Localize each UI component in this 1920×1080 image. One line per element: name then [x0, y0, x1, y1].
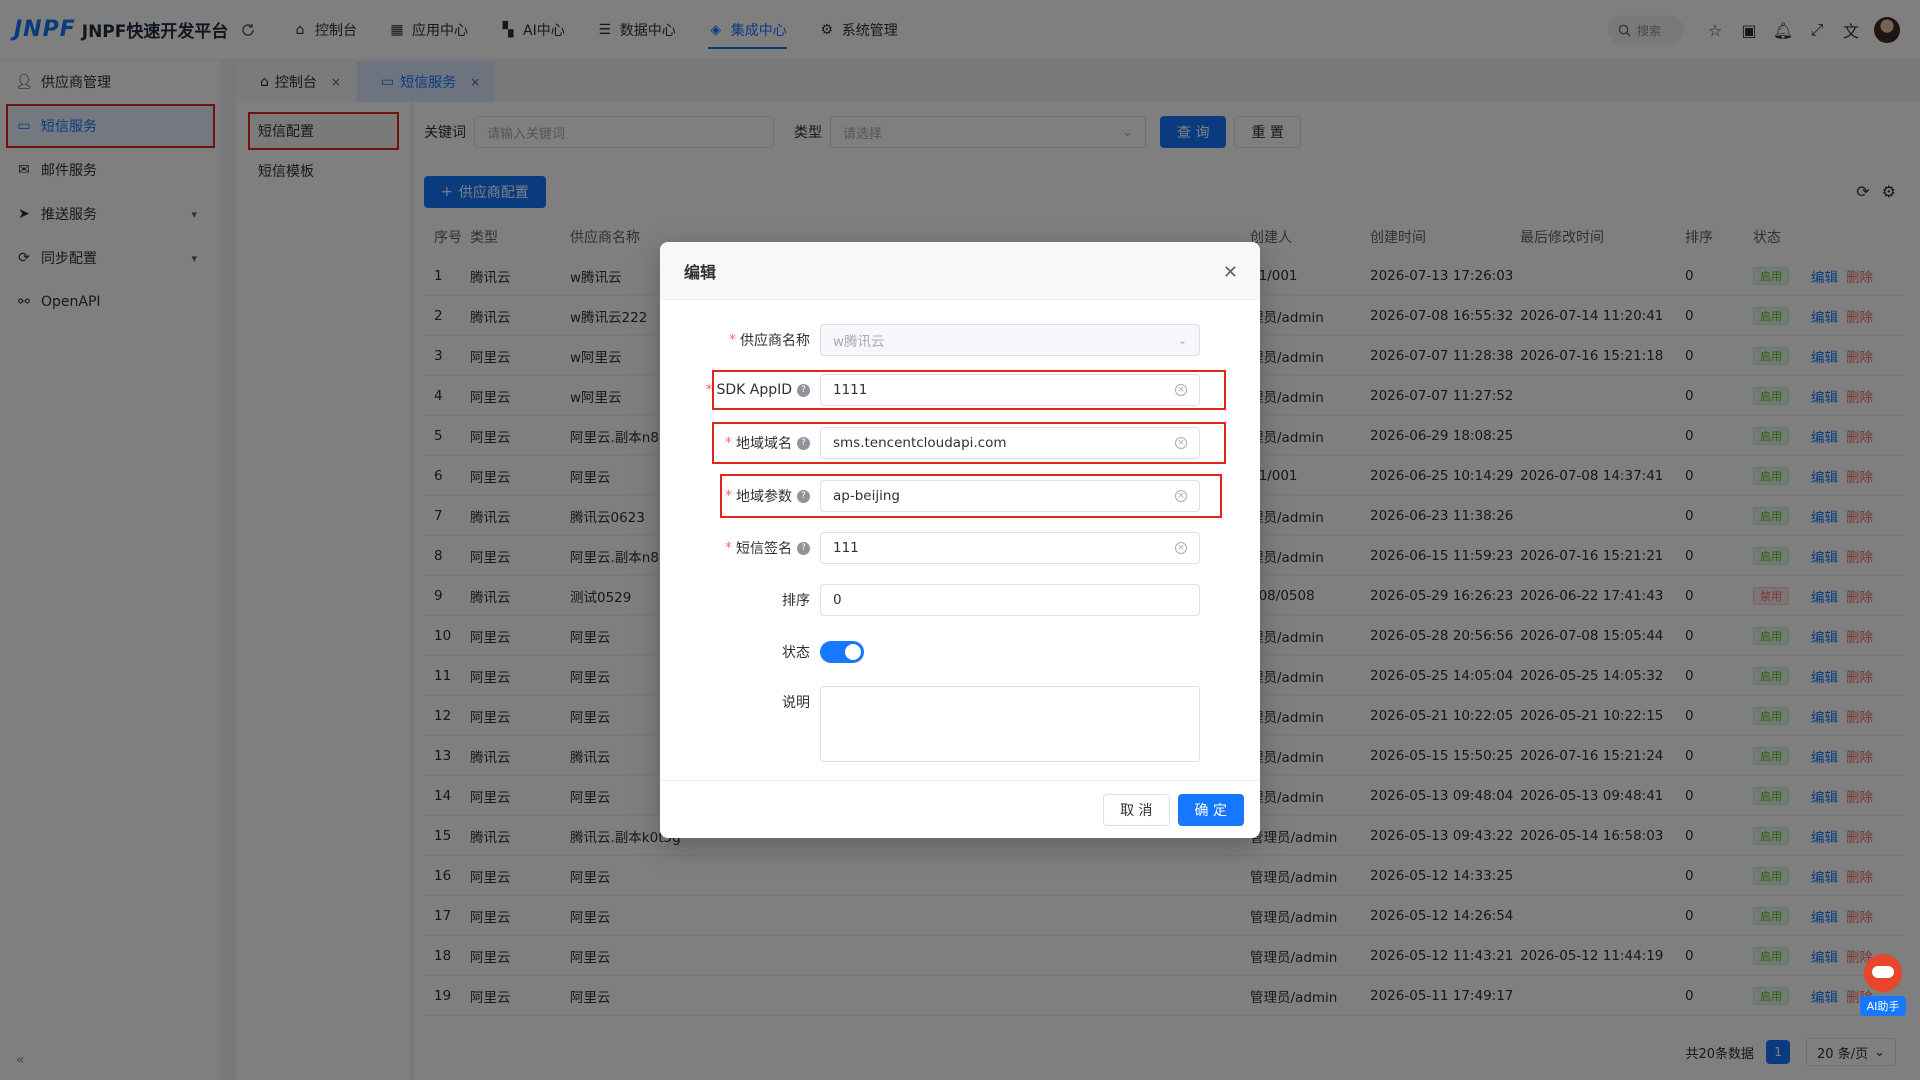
- dialog-title: 编辑: [684, 262, 717, 282]
- form-row-region-domain: * 地域域名? sms.tencentcloudapi.com ×: [660, 425, 1260, 461]
- help-icon[interactable]: ?: [797, 436, 810, 450]
- robot-icon: [1864, 954, 1902, 992]
- edit-dialog: 编辑 ✕ * 供应商名称 w腾讯云 ⌄ * SDK AppID? 1111 × * 地域域…: [660, 242, 1260, 838]
- clear-icon[interactable]: ×: [1175, 490, 1187, 502]
- sms-sign-input[interactable]: 111 ×: [820, 532, 1200, 564]
- sort-input[interactable]: 0: [820, 584, 1200, 616]
- clear-icon[interactable]: ×: [1175, 437, 1187, 449]
- help-icon[interactable]: ?: [797, 541, 810, 555]
- description-textarea[interactable]: [820, 686, 1200, 762]
- form-row-description: 说明: [660, 686, 1260, 762]
- help-icon[interactable]: ?: [797, 383, 810, 397]
- clear-icon[interactable]: ×: [1175, 542, 1187, 554]
- help-icon[interactable]: ?: [797, 489, 810, 503]
- dialog-footer: 取 消 确 定: [660, 780, 1260, 838]
- form-row-sms-sign: * 短信签名? 111 ×: [660, 530, 1260, 566]
- region-param-input[interactable]: ap-beijing ×: [820, 480, 1200, 512]
- form-row-provider: * 供应商名称 w腾讯云 ⌄: [660, 322, 1260, 358]
- ai-assistant[interactable]: AI助手: [1860, 954, 1906, 1018]
- clear-icon[interactable]: ×: [1175, 384, 1187, 396]
- cancel-button[interactable]: 取 消: [1103, 793, 1170, 826]
- region-domain-input[interactable]: sms.tencentcloudapi.com ×: [820, 427, 1200, 459]
- status-toggle[interactable]: [820, 641, 864, 663]
- chevron-down-icon: ⌄: [1177, 333, 1187, 347]
- dialog-header: 编辑: [660, 242, 1260, 300]
- provider-name-select: w腾讯云 ⌄: [820, 324, 1200, 356]
- form-row-sort: 排序 0: [660, 582, 1260, 618]
- close-icon[interactable]: ✕: [1223, 262, 1238, 283]
- form-row-status: 状态: [660, 634, 1260, 670]
- confirm-button[interactable]: 确 定: [1177, 793, 1244, 826]
- form-row-region-param: * 地域参数? ap-beijing ×: [660, 478, 1260, 514]
- ai-assistant-label: AI助手: [1860, 996, 1906, 1016]
- sdk-appid-input[interactable]: 1111 ×: [820, 374, 1200, 406]
- form-row-sdk-appid: * SDK AppID? 1111 ×: [660, 372, 1260, 408]
